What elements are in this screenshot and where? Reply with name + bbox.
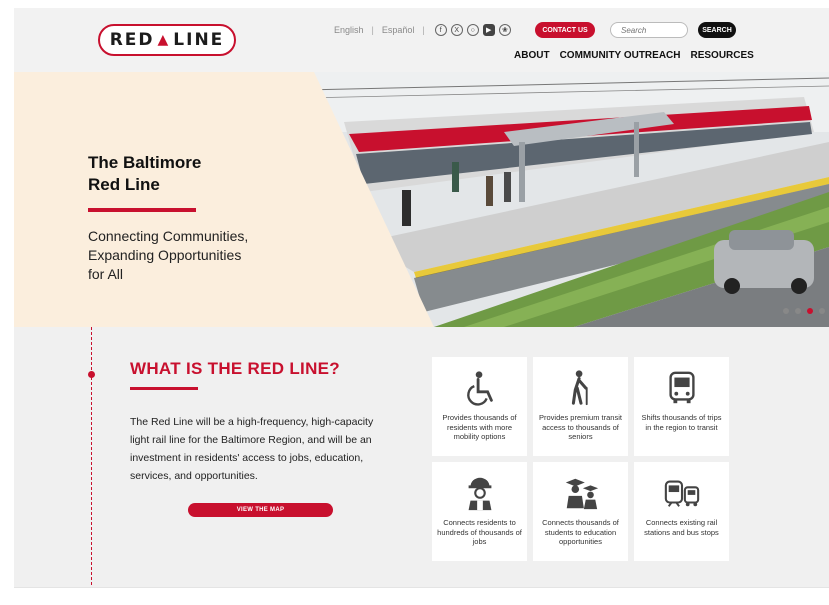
benefit-tile: Connects thousands of students to educat… <box>533 462 628 561</box>
separator: | <box>422 25 425 35</box>
worker-hardhat-icon <box>468 477 491 511</box>
hero-title: The Baltimore Red Line <box>88 152 288 196</box>
facebook-icon[interactable]: f <box>434 24 447 36</box>
carousel-dots <box>783 308 825 314</box>
logo-text-line: LINE <box>173 30 225 50</box>
language-espanol-link[interactable]: Español <box>382 25 415 35</box>
wheelchair-icon <box>466 371 493 406</box>
hero-tagline-line: for All <box>88 266 124 282</box>
bus-icon <box>668 371 695 404</box>
benefit-text: Provides premium transit access to thous… <box>539 413 622 441</box>
carousel-dot[interactable] <box>819 308 825 314</box>
site-header: RED ▲ LINE English | Español | f X ○ ▶ ❀… <box>14 8 829 72</box>
senior-cane-icon <box>571 370 588 406</box>
red-line-logo[interactable]: RED ▲ LINE <box>98 24 236 56</box>
benefits-grid: Provides thousands of residents with mor… <box>432 357 729 561</box>
hero-divider <box>88 208 196 212</box>
main-nav: ABOUT COMMUNITY OUTREACH RESOURCES <box>514 50 754 61</box>
nav-resources[interactable]: RESOURCES <box>691 50 754 61</box>
nav-community-outreach[interactable]: COMMUNITY OUTREACH <box>560 50 681 61</box>
hero-tagline: Connecting Communities, Expanding Opport… <box>88 227 308 284</box>
benefit-text: Connects residents to hundreds of thousa… <box>437 518 522 546</box>
carousel-dot[interactable] <box>783 308 789 314</box>
view-map-button[interactable]: VIEW THE MAP <box>188 503 333 517</box>
timeline-line <box>91 327 92 605</box>
section-description: The Red Line will be a high-frequency, h… <box>130 416 374 482</box>
what-is-section: WHAT IS THE RED LINE? The Red Line will … <box>14 327 829 605</box>
benefit-tile: Connects existing rail stations and bus … <box>634 462 729 561</box>
graduates-icon <box>565 478 598 510</box>
social-links: f X ○ ▶ ❀ <box>434 24 511 36</box>
hero-tagline-line: Expanding Opportunities <box>88 247 242 263</box>
carousel-dot-active[interactable] <box>807 308 813 314</box>
benefit-text: Connects thousands of students to educat… <box>542 518 619 546</box>
youtube-icon[interactable]: ▶ <box>482 24 495 36</box>
page-frame: RED ▲ LINE English | Español | f X ○ ▶ ❀… <box>14 8 829 605</box>
instagram-icon[interactable]: ○ <box>466 24 479 36</box>
x-icon[interactable]: X <box>450 24 463 36</box>
search-button[interactable]: SEARCH <box>698 22 736 38</box>
benefit-tile: Provides thousands of residents with mor… <box>432 357 527 456</box>
section-divider <box>130 387 198 390</box>
nav-about[interactable]: ABOUT <box>514 50 550 61</box>
benefit-tile: Shifts thousands of trips in the region … <box>634 357 729 456</box>
hero-banner: The Baltimore Red Line Connecting Commun… <box>14 72 829 327</box>
benefit-tile: Provides premium transit access to thous… <box>533 357 628 456</box>
hero-title-line: The Baltimore <box>88 153 202 172</box>
hero-title-line: Red Line <box>88 175 160 194</box>
section-title: WHAT IS THE RED LINE? <box>130 359 340 378</box>
benefit-tile: Connects residents to hundreds of thousa… <box>432 462 527 561</box>
timeline-dot <box>88 371 95 378</box>
benefit-text: Connects existing rail stations and bus … <box>644 518 719 537</box>
bluesky-icon[interactable]: ❀ <box>498 24 511 36</box>
benefit-text: Provides thousands of residents with mor… <box>442 413 517 441</box>
contact-us-button[interactable]: CONTACT US <box>535 22 595 38</box>
page-bottom-strip <box>14 587 829 605</box>
benefit-text: Shifts thousands of trips in the region … <box>641 413 722 432</box>
search-input[interactable] <box>610 22 688 38</box>
logo-text-red: RED <box>109 30 155 50</box>
carousel-dot[interactable] <box>795 308 801 314</box>
separator: | <box>371 25 374 35</box>
language-english-link[interactable]: English <box>334 25 364 35</box>
train-bus-icon <box>664 480 699 507</box>
utility-bar: English | Español | f X ○ ▶ ❀ <box>334 22 511 38</box>
logo-figure-icon: ▲ <box>157 32 171 48</box>
hero-tagline-line: Connecting Communities, <box>88 228 249 244</box>
